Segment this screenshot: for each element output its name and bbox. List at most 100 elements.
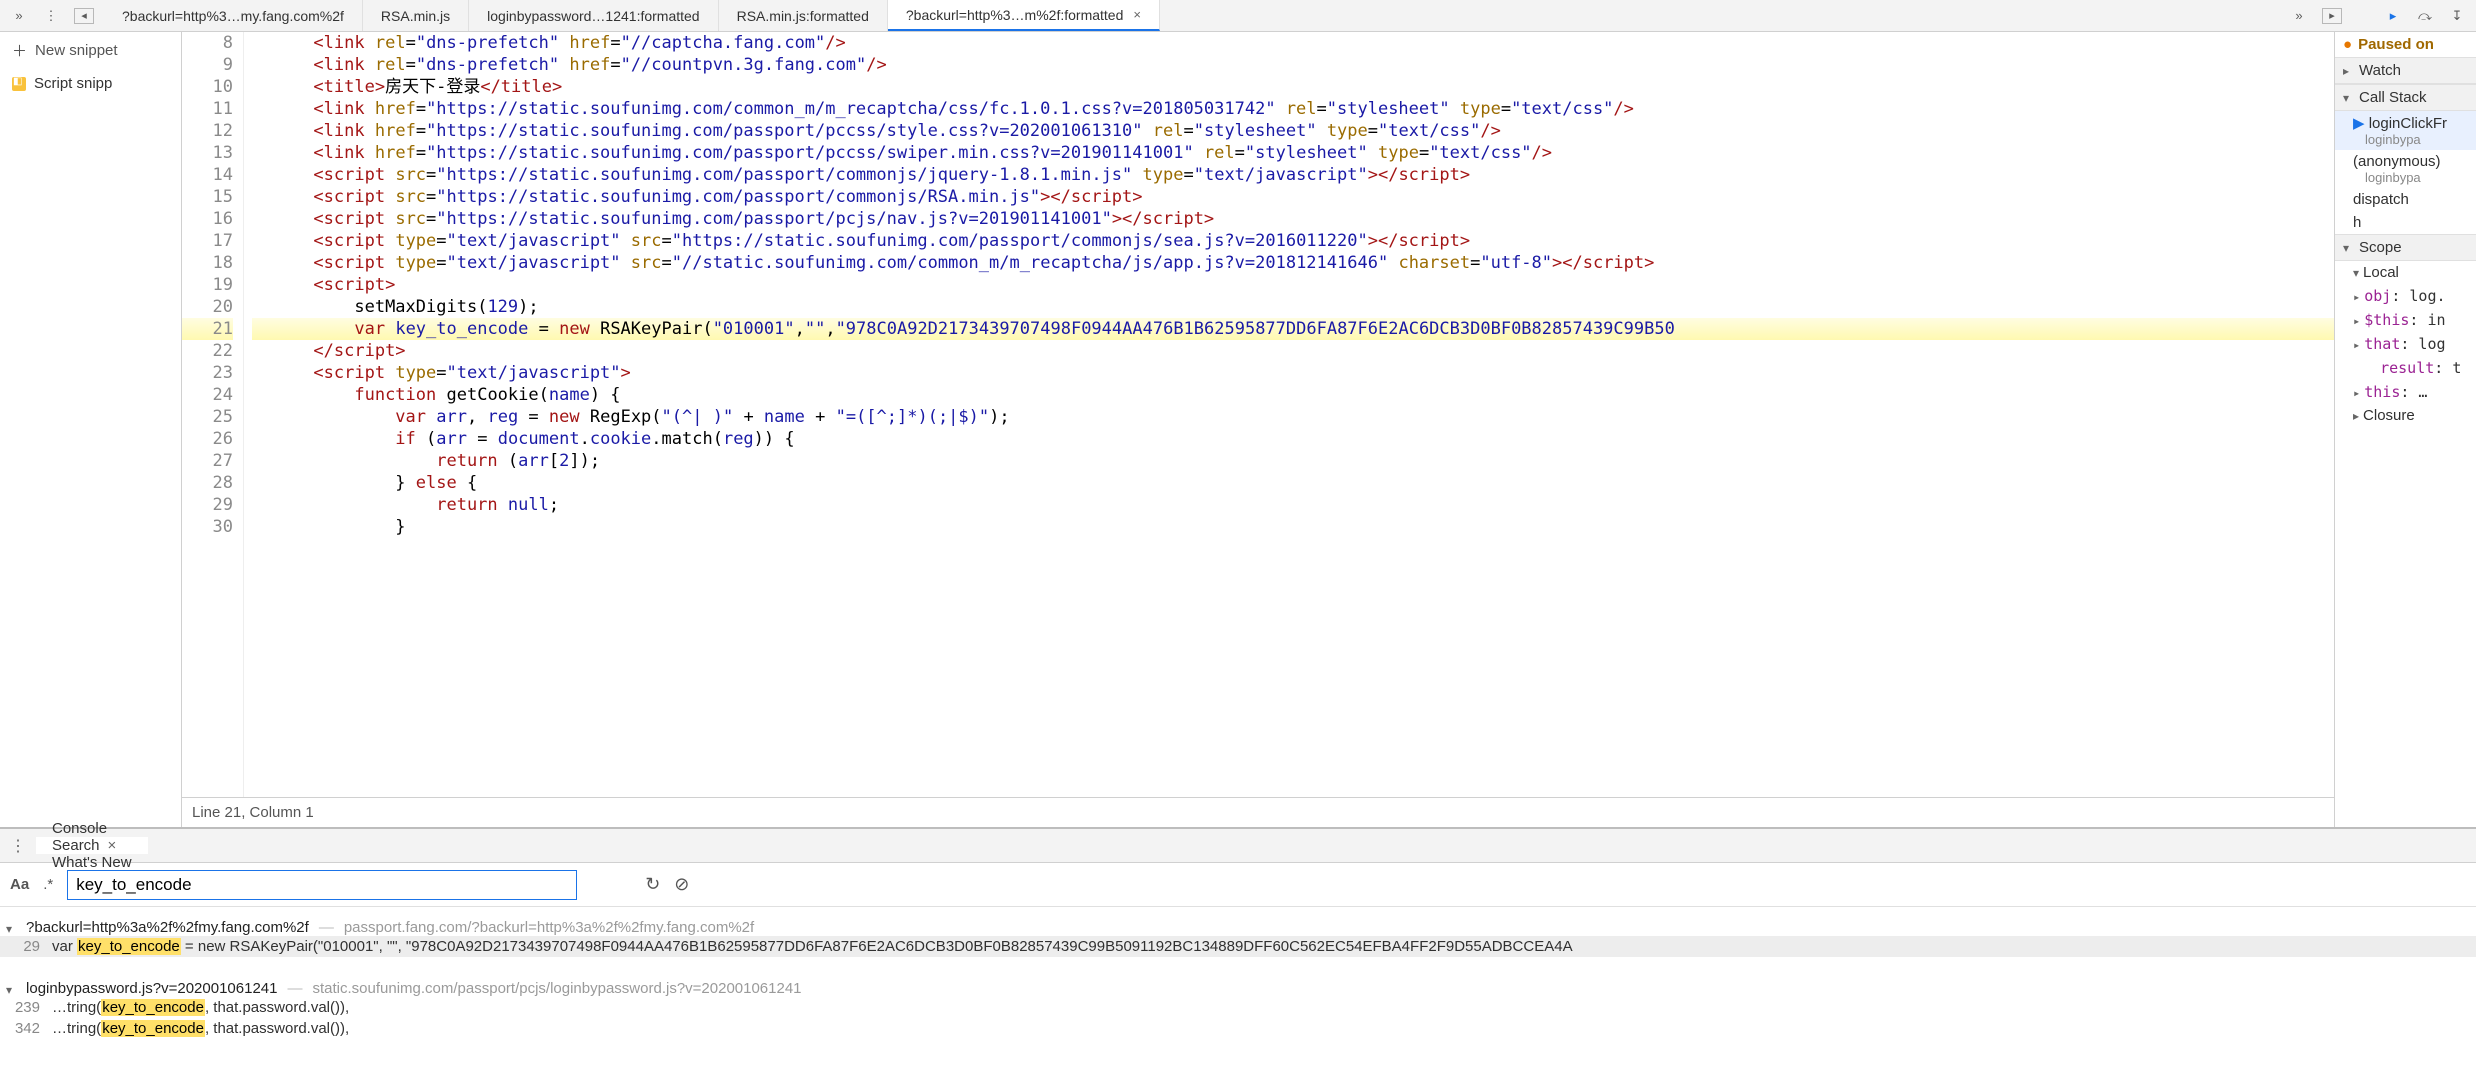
close-tab-icon[interactable]: × <box>108 837 117 854</box>
code-line[interactable]: } <box>252 516 2334 538</box>
line-number[interactable]: 11 <box>182 98 233 120</box>
editor-tab[interactable]: ?backurl=http%3…my.fang.com%2f <box>104 0 363 31</box>
line-number[interactable]: 8 <box>182 32 233 54</box>
search-match: key_to_encode <box>101 999 205 1016</box>
match-case-toggle[interactable]: Aa <box>10 876 29 893</box>
clear-icon[interactable]: ⊘ <box>674 874 689 895</box>
drawer-tab[interactable]: Search× <box>36 837 148 854</box>
code-line[interactable]: var arr, reg = new RegExp("(^| )" + name… <box>252 406 2334 428</box>
line-number[interactable]: 14 <box>182 164 233 186</box>
code-line[interactable]: <link href="https://static.soufunimg.com… <box>252 120 2334 142</box>
editor-tab[interactable]: loginbypassword…1241:formatted <box>469 0 718 31</box>
code-line[interactable]: <link href="https://static.soufunimg.com… <box>252 142 2334 164</box>
line-number[interactable]: 12 <box>182 120 233 142</box>
search-result-hit[interactable]: 342…tring(key_to_encode, that.password.v… <box>0 1018 2476 1039</box>
nav-back-icon[interactable]: ◂ <box>74 8 94 24</box>
line-number[interactable]: 20 <box>182 296 233 318</box>
search-result-file[interactable]: loginbypassword.js?v=202001061241—static… <box>0 974 2476 997</box>
scope-local[interactable]: Local <box>2335 261 2476 284</box>
line-number[interactable]: 30 <box>182 516 233 538</box>
code-line[interactable]: return (arr[2]); <box>252 450 2334 472</box>
line-number[interactable]: 23 <box>182 362 233 384</box>
scope-variable[interactable]: obj: log. <box>2335 284 2476 308</box>
line-number[interactable]: 13 <box>182 142 233 164</box>
step-into-icon[interactable]: ↧ <box>2448 7 2466 25</box>
drawer-tab[interactable]: Console <box>36 820 148 837</box>
close-tab-icon[interactable]: × <box>1133 7 1141 22</box>
line-number[interactable]: 24 <box>182 384 233 406</box>
sidebar-item-script-snippet[interactable]: Script snipp <box>0 69 181 98</box>
search-result-hit[interactable]: 29var key_to_encode = new RSAKeyPair("01… <box>0 936 2476 957</box>
code-line[interactable]: function getCookie(name) { <box>252 384 2334 406</box>
expand-icon[interactable] <box>6 981 16 998</box>
scope-variable[interactable]: this: … <box>2335 380 2476 404</box>
line-number[interactable]: 22 <box>182 340 233 362</box>
code-line[interactable]: <link rel="dns-prefetch" href="//captcha… <box>252 32 2334 54</box>
search-result-file[interactable]: ?backurl=http%3a%2f%2fmy.fang.com%2f—pas… <box>0 913 2476 936</box>
file-name: loginbypassword.js?v=202001061241 <box>26 980 277 997</box>
search-result-hit[interactable]: 239…tring(key_to_encode, that.password.v… <box>0 997 2476 1018</box>
line-number-gutter[interactable]: 8910111213141516171819202122232425262728… <box>182 32 244 797</box>
code-line[interactable]: <script type="text/javascript" src="//st… <box>252 252 2334 274</box>
code-line[interactable]: <link href="https://static.soufunimg.com… <box>252 98 2334 120</box>
scope-variable[interactable]: that: log <box>2335 332 2476 356</box>
drawer-kebab-icon[interactable]: ⋮ <box>0 836 36 856</box>
call-stack-frame[interactable]: (anonymous)loginbypa <box>2335 150 2476 188</box>
expand-icon[interactable] <box>6 920 16 937</box>
line-number[interactable]: 26 <box>182 428 233 450</box>
code-line[interactable]: setMaxDigits(129); <box>252 296 2334 318</box>
code-editor[interactable]: <link rel="dns-prefetch" href="//captcha… <box>244 32 2334 797</box>
line-number[interactable]: 17 <box>182 230 233 252</box>
line-number[interactable]: 29 <box>182 494 233 516</box>
code-line[interactable]: <script src="https://static.soufunimg.co… <box>252 164 2334 186</box>
regex-toggle[interactable]: .* <box>43 876 53 893</box>
scope-closure[interactable]: Closure <box>2335 404 2476 427</box>
code-line[interactable]: </script> <box>252 340 2334 362</box>
code-line[interactable]: <title>房天下-登录</title> <box>252 76 2334 98</box>
line-number[interactable]: 25 <box>182 406 233 428</box>
code-line[interactable]: return null; <box>252 494 2334 516</box>
new-snippet-button[interactable]: ＋ New snippet <box>0 32 181 69</box>
file-path: static.soufunimg.com/passport/pcjs/login… <box>312 980 801 997</box>
call-stack-section[interactable]: Call Stack <box>2335 84 2476 111</box>
call-stack-frame[interactable]: ▶ loginClickFrloginbypa <box>2335 111 2476 150</box>
hit-line-number: 29 <box>6 938 40 955</box>
code-line[interactable]: <script type="text/javascript" src="http… <box>252 230 2334 252</box>
line-number[interactable]: 28 <box>182 472 233 494</box>
watch-section[interactable]: Watch <box>2335 57 2476 84</box>
scope-variable[interactable]: result: t <box>2335 356 2476 380</box>
code-line[interactable]: <script src="https://static.soufunimg.co… <box>252 208 2334 230</box>
line-number[interactable]: 21 <box>182 318 233 340</box>
line-number[interactable]: 27 <box>182 450 233 472</box>
call-stack-frame[interactable]: dispatch <box>2335 188 2476 211</box>
code-line[interactable]: <script> <box>252 274 2334 296</box>
line-number[interactable]: 9 <box>182 54 233 76</box>
line-number[interactable]: 10 <box>182 76 233 98</box>
code-line[interactable]: var key_to_encode = new RSAKeyPair("0100… <box>252 318 2334 340</box>
code-line[interactable]: <script type="text/javascript"> <box>252 362 2334 384</box>
scope-section[interactable]: Scope <box>2335 234 2476 261</box>
overflow-tabs-icon[interactable]: » <box>2290 7 2308 25</box>
editor-tab[interactable]: RSA.min.js:formatted <box>719 0 888 31</box>
step-over-icon[interactable]: ⤼ <box>2416 7 2434 25</box>
plus-icon: ＋ <box>12 40 27 61</box>
code-line[interactable]: } else { <box>252 472 2334 494</box>
kebab-icon[interactable]: ⋮ <box>42 7 60 25</box>
search-results: ?backurl=http%3a%2f%2fmy.fang.com%2f—pas… <box>0 907 2476 1076</box>
line-number[interactable]: 19 <box>182 274 233 296</box>
line-number[interactable]: 15 <box>182 186 233 208</box>
call-stack-frame[interactable]: h <box>2335 211 2476 234</box>
editor-tab[interactable]: ?backurl=http%3…m%2f:formatted× <box>888 0 1160 31</box>
line-number[interactable]: 18 <box>182 252 233 274</box>
search-input[interactable] <box>67 870 577 900</box>
more-icon[interactable]: » <box>10 7 28 25</box>
refresh-icon[interactable]: ↻ <box>645 874 660 895</box>
code-line[interactable]: <script src="https://static.soufunimg.co… <box>252 186 2334 208</box>
code-line[interactable]: <link rel="dns-prefetch" href="//countpv… <box>252 54 2334 76</box>
run-snippet-icon[interactable]: ▸ <box>2322 8 2342 24</box>
scope-variable[interactable]: $this: in <box>2335 308 2476 332</box>
line-number[interactable]: 16 <box>182 208 233 230</box>
editor-tab[interactable]: RSA.min.js <box>363 0 469 31</box>
resume-icon[interactable]: ▸ <box>2384 7 2402 25</box>
code-line[interactable]: if (arr = document.cookie.match(reg)) { <box>252 428 2334 450</box>
